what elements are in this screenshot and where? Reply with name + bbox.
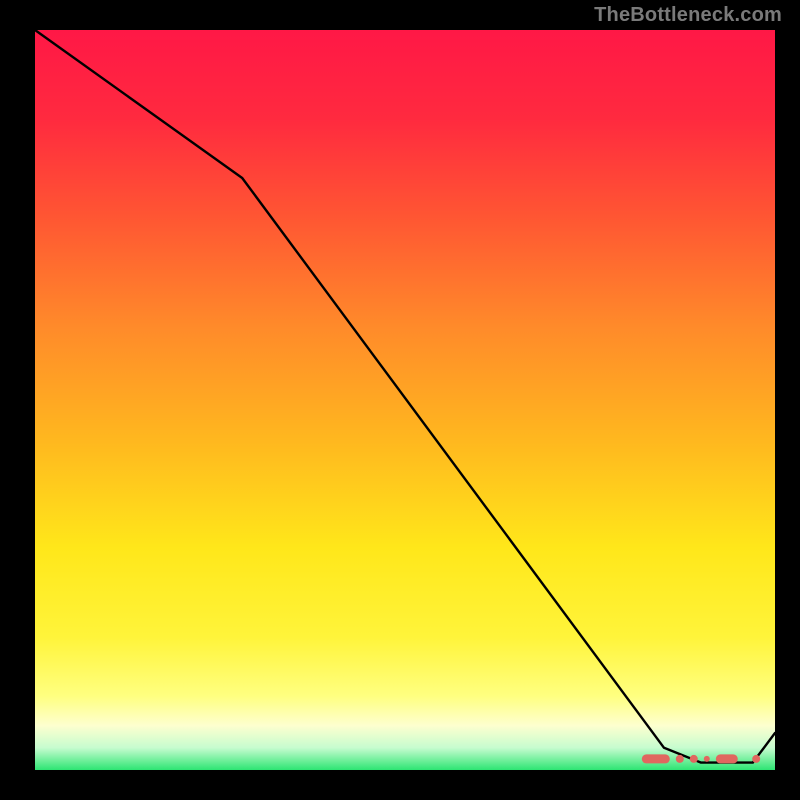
chart-svg — [35, 30, 775, 770]
marker-segment — [690, 755, 698, 763]
chart-stage: TheBottleneck.com — [0, 0, 800, 800]
marker-segment — [704, 756, 710, 762]
marker-segment — [642, 754, 670, 763]
marker-segment — [676, 755, 684, 763]
plot-area — [35, 30, 775, 770]
marker-segment — [716, 754, 738, 763]
gradient-backdrop — [35, 30, 775, 770]
marker-segment — [752, 755, 760, 763]
watermark-text: TheBottleneck.com — [594, 4, 782, 27]
